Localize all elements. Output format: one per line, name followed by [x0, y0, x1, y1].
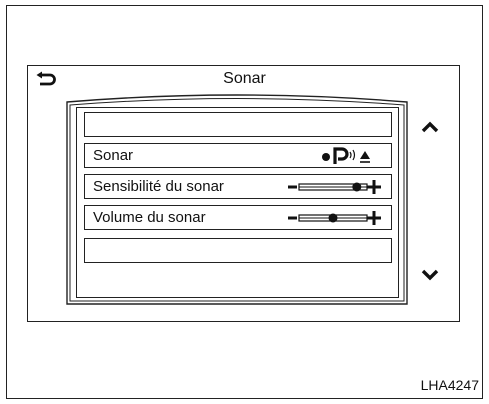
chevron-up-icon[interactable]: [420, 120, 440, 134]
chevron-down-icon[interactable]: [420, 268, 440, 282]
menu-item-sonar-volume[interactable]: Volume du sonar: [84, 205, 392, 230]
menu-item-label: Volume du sonar: [93, 209, 206, 226]
sensitivity-slider[interactable]: [287, 177, 383, 197]
menu-item-sonar-sensitivity[interactable]: Sensibilité du sonar: [84, 174, 392, 199]
sonar-status-icon: [322, 147, 370, 164]
slider-knob: [352, 182, 362, 192]
slider-knob: [328, 213, 338, 223]
menu-item-sonar[interactable]: Sonar: [84, 143, 392, 168]
menu-item-label: Sensibilité du sonar: [93, 178, 224, 195]
menu-item-empty-top: [84, 112, 392, 137]
menu-item-label: Sonar: [93, 147, 134, 164]
figure-reference-code: LHA4247: [420, 377, 479, 393]
page-title: Sonar: [223, 70, 266, 87]
volume-slider[interactable]: [287, 208, 383, 228]
menu-item-empty-bottom: [84, 238, 392, 263]
